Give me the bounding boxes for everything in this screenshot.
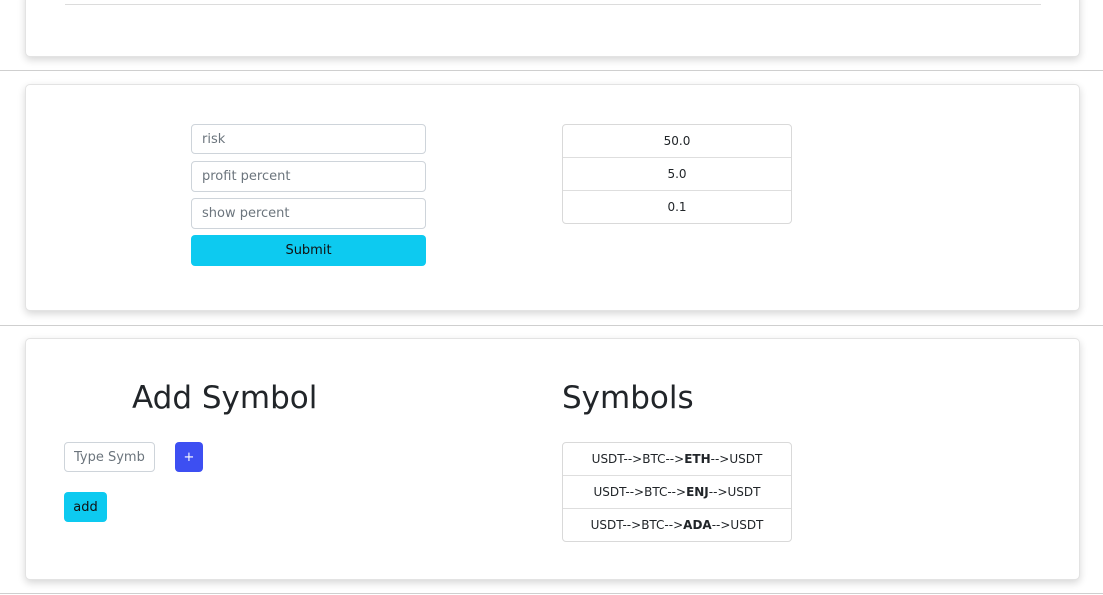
value-profit-percent: 5.0 <box>563 158 791 191</box>
card-divider <box>65 4 1041 5</box>
symbol-name: ENJ <box>686 485 709 499</box>
show-percent-input[interactable] <box>191 198 426 229</box>
value-show-percent: 0.1 <box>667 200 687 214</box>
path-prefix: USDT-->BTC--> <box>590 518 684 532</box>
symbols-list: USDT-->BTC-->ETH-->USDT USDT-->BTC-->ENJ… <box>562 442 792 542</box>
add-symbol-button[interactable]: add <box>64 492 107 522</box>
value-risk: 50.0 <box>563 125 791 158</box>
path-prefix: USDT-->BTC--> <box>591 452 685 466</box>
profit-percent-input[interactable] <box>191 161 426 192</box>
section-divider <box>0 593 1103 594</box>
symbol-item: USDT-->BTC-->ADA-->USDT <box>563 509 791 541</box>
symbol-item: USDT-->BTC-->ENJ-->USDT <box>563 476 791 509</box>
path-suffix: -->USDT <box>711 518 764 532</box>
path-suffix: -->USDT <box>708 485 761 499</box>
section-divider <box>0 70 1103 71</box>
section-divider <box>0 325 1103 326</box>
risk-input[interactable] <box>191 124 426 154</box>
symbols-card: Add Symbol + add Symbols USDT-->BTC-->ET… <box>25 338 1080 580</box>
path-suffix: -->USDT <box>710 452 763 466</box>
add-symbol-heading: Add Symbol <box>132 380 318 416</box>
submit-button[interactable]: Submit <box>191 235 426 266</box>
symbol-name: ADA <box>683 518 712 532</box>
settings-card: Submit 50.0 5.0 0.1 <box>25 84 1080 311</box>
symbol-item: USDT-->BTC-->ETH-->USDT <box>563 443 791 476</box>
top-card <box>25 0 1080 57</box>
symbols-heading: Symbols <box>562 380 694 416</box>
path-prefix: USDT-->BTC--> <box>593 485 687 499</box>
symbol-name: ETH <box>684 452 711 466</box>
add-field-button[interactable]: + <box>175 442 203 472</box>
current-values-list: 50.0 5.0 0.1 <box>562 124 792 224</box>
symbol-input[interactable] <box>64 442 155 472</box>
